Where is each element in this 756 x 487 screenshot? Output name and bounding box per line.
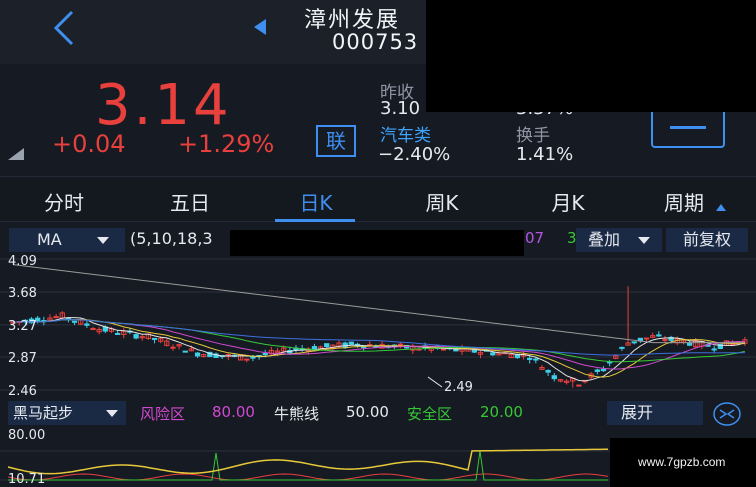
watermark-text: www.7gpzb.com <box>638 455 726 469</box>
triangle-left-icon[interactable] <box>252 18 268 36</box>
candle-body <box>594 369 600 372</box>
indicator-line-yellow <box>7 448 608 475</box>
candle-body <box>490 352 496 356</box>
candle-body <box>53 316 59 319</box>
ma-value-purple: 07 <box>525 229 545 247</box>
period-tabs: 分时 五日 日K 周K 月K 周期 <box>0 176 756 222</box>
candle-body <box>545 369 551 373</box>
tab-daily-k[interactable]: 日K <box>280 187 352 216</box>
y-tick-label: 2.46 <box>8 384 37 398</box>
indicator-toolbar: 黑马起步 风险区 80.00 牛熊线 50.00 安全区 20.00 展开 <box>0 399 756 427</box>
overlay-select[interactable]: 叠加 <box>576 228 662 252</box>
candle-body <box>576 384 582 387</box>
candle-body <box>348 341 354 345</box>
y-tick-label: 2.87 <box>8 351 37 366</box>
rotate-icon[interactable] <box>712 401 742 427</box>
price-change-pct: +1.29% <box>178 130 275 158</box>
candle-body <box>170 346 176 349</box>
candle-body <box>71 320 78 323</box>
low-annotation: 2.49 <box>444 380 473 395</box>
candle-body <box>133 334 139 339</box>
candle-body <box>84 323 90 326</box>
tab-monthly-k[interactable]: 月K <box>532 187 604 216</box>
candle-body <box>440 348 447 351</box>
candle-body <box>656 334 662 337</box>
candle-body <box>686 342 693 346</box>
stock-code: 000753 <box>332 30 419 54</box>
menu-icon <box>670 126 706 129</box>
current-price: 3.14 <box>95 73 232 138</box>
turnover-label: 换手 <box>516 126 550 146</box>
menu-button[interactable] <box>651 112 725 148</box>
indicator-y-top: 80.00 <box>8 428 45 443</box>
tab-five-day[interactable]: 五日 <box>154 187 226 216</box>
candle-body <box>533 358 539 361</box>
candle-body <box>194 352 201 357</box>
candle-body <box>643 337 650 340</box>
candle-body <box>527 357 533 360</box>
turnover-value: 1.41% <box>516 144 574 165</box>
y-tick-label: 3.27 <box>8 319 37 334</box>
y-tick-label: 3.68 <box>8 286 37 301</box>
risk-value: 80.00 <box>212 403 255 421</box>
chevron-down-icon <box>97 237 109 244</box>
bull-bear-label: 牛熊线 <box>274 405 320 423</box>
candle-body <box>342 342 348 348</box>
ma-line <box>13 318 745 378</box>
kline-chart[interactable]: 4.09 3.68 3.27 2.87 2.46 2.49 <box>0 253 756 398</box>
corner-triangle-icon <box>8 148 24 160</box>
y-tick-label: 4.09 <box>8 254 37 269</box>
active-tab-indicator <box>275 219 355 222</box>
low-annotation-pointer <box>427 376 443 388</box>
indicator-line-red <box>7 473 609 481</box>
bull-bear-value: 50.00 <box>346 403 389 421</box>
candle-body <box>324 343 330 348</box>
adjust-button[interactable]: 前复权 <box>666 228 748 252</box>
candle-body <box>397 343 404 346</box>
candle-body <box>551 375 557 380</box>
expand-button[interactable]: 展开 <box>607 401 703 425</box>
chevron-left-icon[interactable] <box>44 8 84 48</box>
tab-weekly-k[interactable]: 周K <box>406 187 478 216</box>
safe-value: 20.00 <box>480 403 523 421</box>
candle-body <box>631 341 637 344</box>
risk-label: 风险区 <box>140 405 186 423</box>
indicator-select[interactable]: 黑马起步 <box>8 401 126 425</box>
candle-body <box>600 368 607 372</box>
candle-body <box>90 328 96 331</box>
watermark: www.7gpzb.com <box>610 438 756 487</box>
candle-body <box>244 358 250 361</box>
candle-body <box>619 346 625 349</box>
candle-body <box>151 337 158 340</box>
overlay-label: 叠加 <box>588 230 621 249</box>
tab-intraday[interactable]: 分时 <box>28 187 100 216</box>
candle-body <box>662 339 668 342</box>
candle-body <box>182 350 188 353</box>
candle-body <box>453 348 459 352</box>
candle-body <box>711 348 717 351</box>
candle-body <box>250 356 256 359</box>
chevron-down-icon <box>106 410 118 417</box>
prev-close-value: 3.10 <box>380 98 421 119</box>
ma-indicator-label: MA <box>37 230 62 249</box>
sector-label[interactable]: 汽车类 <box>380 121 431 146</box>
safe-label: 安全区 <box>407 405 453 423</box>
candle-body <box>114 332 121 335</box>
sector-change: −2.40% <box>378 144 451 165</box>
indicator-y-bottom: 10.71 <box>8 472 45 487</box>
ma-params: (5,10,18,3 <box>130 229 213 248</box>
indicator-label: 黑马起步 <box>13 404 74 422</box>
price-change: +0.04 <box>52 130 126 158</box>
chevron-down-icon <box>638 237 650 244</box>
ma-indicator-select[interactable]: MA <box>9 228 125 252</box>
tab-period[interactable]: 周期 <box>648 187 720 216</box>
linked-badge[interactable]: 联 <box>316 125 356 157</box>
period-dropdown-icon <box>716 204 726 211</box>
candle-body <box>262 352 268 356</box>
redaction-mask <box>426 0 756 112</box>
